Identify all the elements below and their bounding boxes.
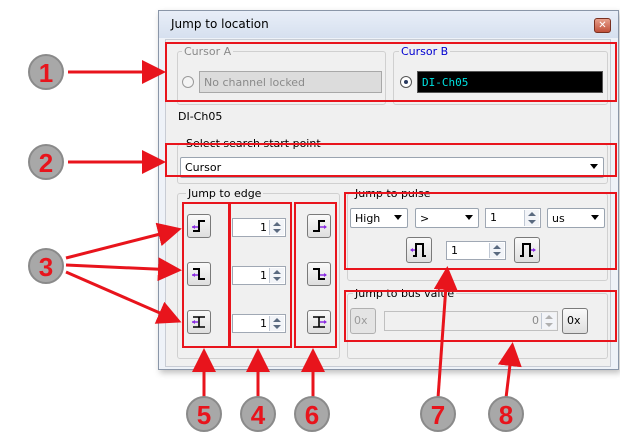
callout-5: 5: [186, 396, 222, 432]
callout-6: 6: [294, 396, 330, 432]
callout-7: 7: [420, 396, 456, 432]
arrow-7: [433, 266, 458, 399]
callout-4: 4: [240, 396, 276, 432]
callout-8: 8: [488, 396, 524, 432]
callout-2: 2: [28, 144, 64, 180]
callout-1: 1: [28, 54, 64, 90]
arrow-8: [497, 342, 522, 399]
arrow-3b: [65, 257, 182, 282]
arrow-3a: [65, 222, 182, 260]
callout-3: 3: [28, 248, 64, 284]
arrow-3c: [65, 270, 182, 324]
annotation-arrows: [65, 60, 522, 399]
